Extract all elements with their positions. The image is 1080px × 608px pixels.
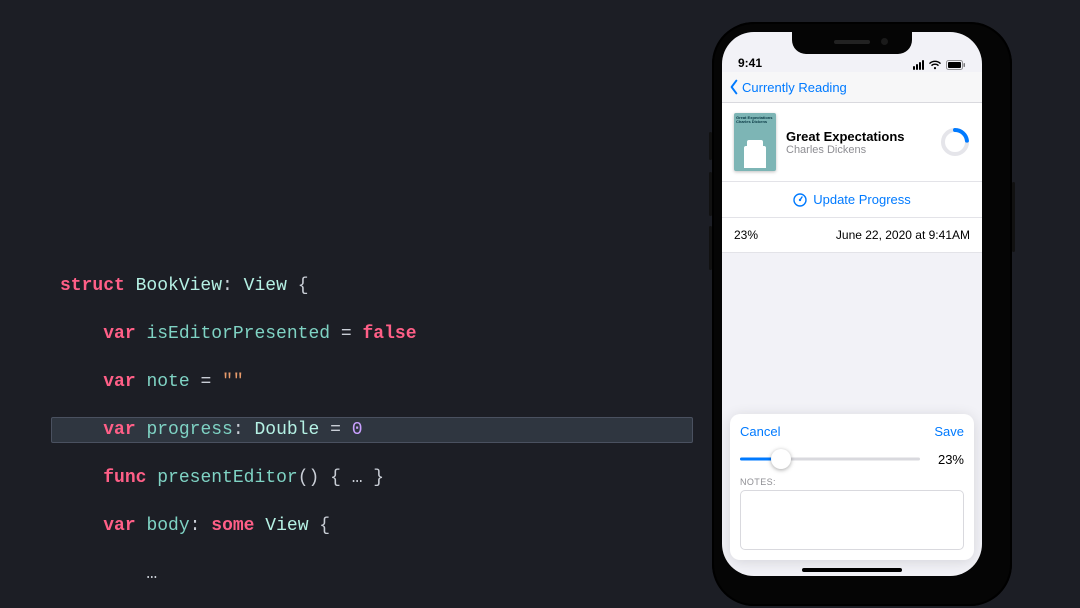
notes-label: NOTES: [740, 477, 964, 487]
update-progress-label: Update Progress [813, 192, 911, 207]
save-button[interactable]: Save [934, 424, 964, 439]
update-progress-button[interactable]: Update Progress [722, 181, 982, 217]
notch [792, 32, 912, 54]
back-label: Currently Reading [742, 80, 847, 95]
history-date: June 22, 2020 at 9:41AM [836, 228, 970, 242]
book-author: Charles Dickens [786, 144, 930, 156]
book-card: Great Expectations Charles Dickens Great… [722, 103, 982, 218]
battery-icon [946, 60, 966, 70]
navigation-bar: Currently Reading [722, 72, 982, 103]
wifi-icon [928, 60, 942, 70]
gauge-icon [793, 193, 807, 207]
progress-ring [940, 127, 970, 157]
iphone-device-frame: 9:41 Currently Reading [712, 22, 1012, 606]
history-row[interactable]: 23% June 22, 2020 at 9:41AM [722, 218, 982, 253]
back-button[interactable]: Currently Reading [728, 79, 847, 95]
cancel-button[interactable]: Cancel [740, 424, 780, 439]
chevron-left-icon [728, 79, 740, 95]
book-title: Great Expectations [786, 129, 930, 144]
progress-slider[interactable] [740, 449, 920, 469]
cellular-signal-icon [913, 60, 924, 70]
home-indicator[interactable] [802, 568, 902, 572]
book-cover: Great Expectations Charles Dickens [734, 113, 776, 171]
phone-screen: 9:41 Currently Reading [722, 32, 982, 576]
notes-textarea[interactable] [740, 490, 964, 550]
code-snippet: struct BookView: View { var isEditorPres… [52, 274, 692, 608]
status-time: 9:41 [738, 56, 762, 70]
history-percent: 23% [734, 228, 758, 242]
editor-sheet: Cancel Save 23% NOTES: [730, 414, 974, 560]
slider-percent-label: 23% [930, 452, 964, 467]
